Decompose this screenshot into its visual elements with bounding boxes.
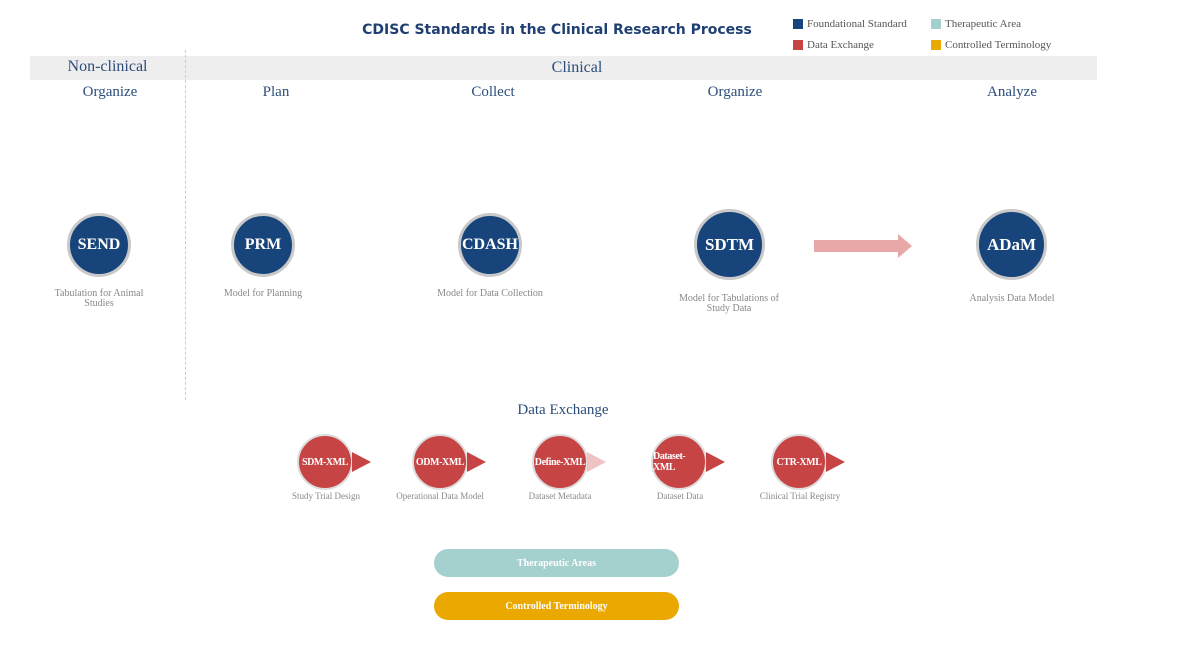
therapeutic-areas-pill: Therapeutic Areas <box>434 549 679 577</box>
legend-therapeutic-area: Therapeutic Area <box>931 18 1021 30</box>
play-arrow-icon <box>587 452 606 472</box>
dx-odm-xml: ODM-XML <box>412 434 486 490</box>
standard-cdash-caption: Model for Data Collection <box>437 288 543 299</box>
arrow-right-icon <box>814 234 912 258</box>
clinical-label: Clinical <box>551 59 603 76</box>
legend-label: Therapeutic Area <box>945 18 1022 30</box>
standard-cdash: CDASH <box>458 213 522 277</box>
phase-analyze: Analyze <box>987 84 1037 100</box>
phase-organize-nonclinical: Organize <box>82 84 138 100</box>
dx-sdm-xml-caption: Study Trial Design <box>291 491 360 501</box>
legend-swatch <box>793 19 803 29</box>
dx-sdm-xml-circle: SDM-XML <box>297 434 353 490</box>
standard-send: SEND <box>67 213 131 277</box>
standard-prm: PRM <box>231 213 295 277</box>
dx-define-xml-caption: Dataset Metadata <box>528 491 592 501</box>
legend-label: Foundational Standard <box>807 18 907 30</box>
dx-sdm-xml: SDM-XML <box>297 434 371 490</box>
controlled-terminology-pill: Controlled Terminology <box>434 592 679 620</box>
legend-label: Controlled Terminology <box>945 39 1052 51</box>
legend-swatch <box>931 19 941 29</box>
standard-send-caption: Tabulation for Animal Studies <box>54 288 144 309</box>
standard-prm-caption: Model for Planning <box>223 288 303 299</box>
standard-adam-caption: Analysis Data Model <box>969 293 1055 304</box>
phase-organize-clinical: Organize <box>707 84 763 100</box>
dx-odm-xml-circle: ODM-XML <box>412 434 468 490</box>
standard-adam: ADaM <box>976 209 1047 280</box>
dx-ctr-xml-circle: CTR-XML <box>771 434 827 490</box>
non-clinical-label: Non-clinical <box>67 58 148 75</box>
play-arrow-icon <box>826 452 845 472</box>
legend-controlled-terminology: Controlled Terminology <box>931 39 1051 51</box>
phase-plan: Plan <box>262 84 290 100</box>
non-clinical-divider <box>185 50 186 400</box>
play-arrow-icon <box>467 452 486 472</box>
standard-sdtm-caption: Model for Tabulations of Study Data <box>679 293 779 314</box>
legend-data-exchange: Data Exchange <box>793 39 874 51</box>
dx-odm-xml-caption: Operational Data Model <box>396 491 484 501</box>
play-arrow-icon <box>706 452 725 472</box>
dx-define-xml: Define-XML <box>532 434 606 490</box>
dx-dataset-xml-caption: Dataset Data <box>656 491 704 501</box>
legend-swatch <box>793 40 803 50</box>
legend-label: Data Exchange <box>807 39 874 51</box>
play-arrow-icon <box>352 452 371 472</box>
dx-ctr-xml-caption: Clinical Trial Registry <box>759 491 841 501</box>
legend-swatch <box>931 40 941 50</box>
standard-sdtm: SDTM <box>694 209 765 280</box>
legend-foundational-standard: Foundational Standard <box>793 18 907 30</box>
data-exchange-heading: Data Exchange <box>517 402 609 418</box>
dx-define-xml-circle: Define-XML <box>532 434 588 490</box>
dx-ctr-xml: CTR-XML <box>771 434 845 490</box>
dx-dataset-xml: Dataset-XML <box>651 434 725 490</box>
phase-collect: Collect <box>471 84 515 100</box>
dx-dataset-xml-circle: Dataset-XML <box>651 434 707 490</box>
diagram-title: CDISC Standards in the Clinical Research… <box>362 22 752 38</box>
